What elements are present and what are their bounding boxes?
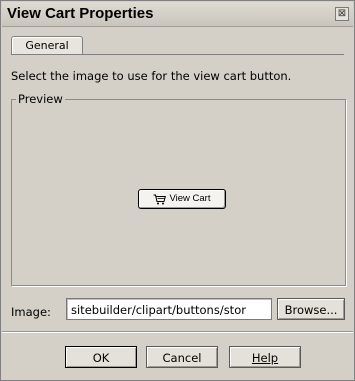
- ok-button[interactable]: OK: [65, 346, 137, 368]
- help-button[interactable]: Help: [229, 346, 301, 368]
- tab-general[interactable]: General: [11, 36, 83, 54]
- help-label: Help: [251, 351, 279, 365]
- dialog-title: View Cart Properties: [7, 5, 154, 22]
- view-cart-preview-label: View Cart: [169, 193, 211, 204]
- image-label: Image:: [11, 305, 51, 319]
- close-icon[interactable]: ⊠: [335, 7, 349, 21]
- tab-strip: General: [11, 36, 344, 55]
- cancel-button[interactable]: Cancel: [146, 346, 218, 368]
- preview-group: Preview View Cart: [11, 92, 346, 286]
- title-bar[interactable]: View Cart Properties ⊠: [2, 2, 353, 27]
- shopping-cart-icon: [153, 194, 167, 204]
- preview-legend: Preview: [16, 92, 65, 106]
- view-cart-properties-dialog: View Cart Properties ⊠ General Select th…: [0, 0, 355, 381]
- browse-button[interactable]: Browse...: [277, 298, 345, 320]
- separator: [2, 331, 353, 333]
- instruction-text: Select the image to use for the view car…: [11, 69, 292, 83]
- view-cart-preview-button: View Cart: [138, 189, 226, 209]
- image-path-field[interactable]: sitebuilder/clipart/buttons/stor: [66, 298, 272, 320]
